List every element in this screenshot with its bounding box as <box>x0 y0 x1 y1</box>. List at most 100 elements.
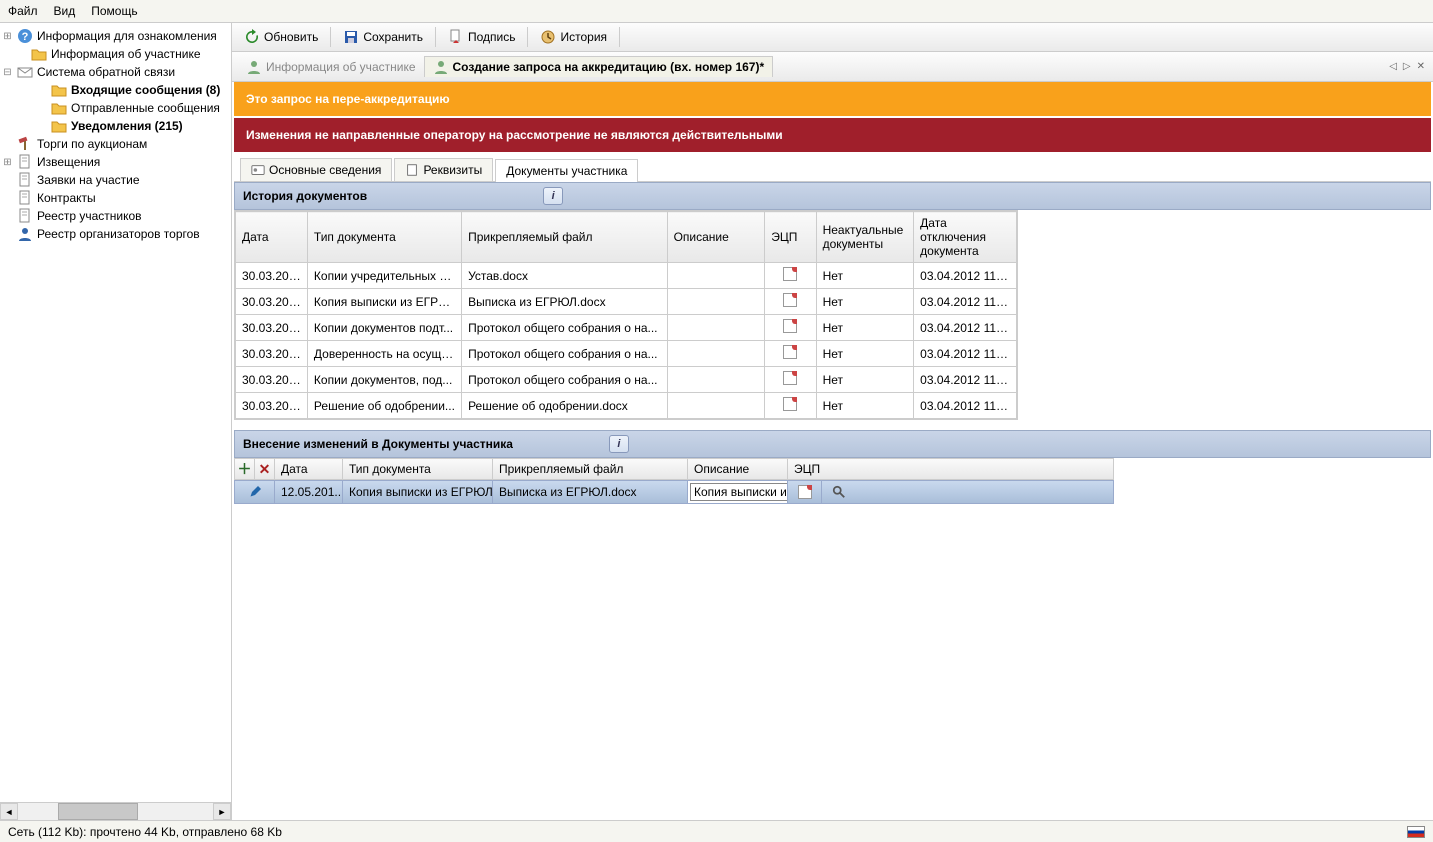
separator <box>435 27 436 47</box>
tree-item[interactable]: ⊟Система обратной связи <box>2 63 229 81</box>
col2-desc[interactable]: Описание <box>688 459 788 479</box>
table-row[interactable]: 30.03.201...Копии документов, под...Прот… <box>236 367 1017 393</box>
cell-type: Копии документов подт... <box>307 315 461 341</box>
col2-date[interactable]: Дата <box>275 459 343 479</box>
doc-icon <box>17 154 33 170</box>
changes-view-cell[interactable] <box>822 481 856 503</box>
cell-type: Копии учредительных д... <box>307 263 461 289</box>
cell-type: Доверенность на осуще... <box>307 341 461 367</box>
tree-item[interactable]: Контракты <box>2 189 229 207</box>
tree-item[interactable]: Заявки на участие <box>2 171 229 189</box>
col-irrelevant[interactable]: Неактуальные документы <box>816 212 914 263</box>
delete-row-button[interactable]: ✕ <box>255 459 275 479</box>
sign-icon <box>448 29 464 45</box>
tree-item-label: Информация об участнике <box>51 47 201 61</box>
subtab-documents[interactable]: Документы участника <box>495 159 638 182</box>
sidebar-scrollbar[interactable]: ◄ ► <box>0 802 231 820</box>
col-ecp[interactable]: ЭЦП <box>765 212 816 263</box>
cell-desc <box>667 289 765 315</box>
col-type[interactable]: Тип документа <box>307 212 461 263</box>
table-row[interactable]: 30.03.201...Копии документов подт...Прот… <box>236 315 1017 341</box>
tree-item[interactable]: Реестр организаторов торгов <box>2 225 229 243</box>
sign-button[interactable]: Подпись <box>442 27 522 47</box>
attachment-icon <box>783 345 797 359</box>
tab-next-icon[interactable]: ▷ <box>1401 61 1413 72</box>
attachment-icon <box>798 485 812 499</box>
cell-file: Выписка из ЕГРЮЛ.docx <box>462 289 668 315</box>
tab-accreditation-request[interactable]: Создание запроса на аккредитацию (вх. но… <box>424 56 774 77</box>
cell-date: 30.03.201... <box>236 341 308 367</box>
history-table: Дата Тип документа Прикрепляемый файл Оп… <box>235 211 1017 419</box>
col-desc[interactable]: Описание <box>667 212 765 263</box>
tree-item-label: Реестр участников <box>37 209 142 223</box>
changes-ecp-cell[interactable] <box>788 481 822 503</box>
tab-controls: ◁ ▷ ✕ <box>1387 61 1427 72</box>
changes-row[interactable]: 12.05.201... Копия выписки из ЕГРЮЛ Выпи… <box>234 480 1114 504</box>
col-date[interactable]: Дата <box>236 212 308 263</box>
cell-ecp[interactable] <box>765 367 816 393</box>
tree-item[interactable]: ⊞?Информация для ознакомления <box>2 27 229 45</box>
info-icon[interactable]: i <box>543 187 563 205</box>
expand-icon[interactable]: ⊟ <box>2 67 13 78</box>
cell-type: Копия выписки из ЕГРЮЛ <box>307 289 461 315</box>
cell-file: Протокол общего собрания о на... <box>462 315 668 341</box>
main-area: ⊞?Информация для ознакомления Информация … <box>0 23 1433 820</box>
tree-item-label: Извещения <box>37 155 100 169</box>
col-file[interactable]: Прикрепляемый файл <box>462 212 668 263</box>
history-table-wrap: Дата Тип документа Прикрепляемый файл Оп… <box>234 210 1018 420</box>
tree-item[interactable]: Отправленные сообщения <box>2 99 229 117</box>
scroll-right-icon[interactable]: ► <box>213 803 231 820</box>
card-icon <box>251 163 265 177</box>
info-icon[interactable]: i <box>609 435 629 453</box>
cell-ecp[interactable] <box>765 393 816 419</box>
refresh-button[interactable]: Обновить <box>238 27 324 47</box>
menu-help[interactable]: Помощь <box>91 4 137 18</box>
tree-item-label: Заявки на участие <box>37 173 140 187</box>
separator <box>527 27 528 47</box>
subtab-requisites[interactable]: Реквизиты <box>394 158 493 181</box>
tab-close-icon[interactable]: ✕ <box>1415 61 1427 72</box>
expand-icon[interactable]: ⊞ <box>2 31 13 42</box>
cell-ecp[interactable] <box>765 341 816 367</box>
expand-icon[interactable]: ⊞ <box>2 157 13 168</box>
table-row[interactable]: 30.03.201...Копии учредительных д...Уста… <box>236 263 1017 289</box>
menu-file[interactable]: Файл <box>8 4 38 18</box>
magnifier-icon <box>832 485 846 499</box>
col2-ecp[interactable]: ЭЦП <box>788 459 848 479</box>
scroll-left-icon[interactable]: ◄ <box>0 803 18 820</box>
tree-item-label: Уведомления (215) <box>71 119 183 133</box>
tab-participant-info[interactable]: Информация об участнике <box>238 57 424 77</box>
cell-file: Протокол общего собрания о на... <box>462 367 668 393</box>
content-scroll[interactable]: Это запрос на пере-аккредитацию Изменени… <box>232 82 1433 820</box>
tree-item[interactable]: Информация об участнике <box>2 45 229 63</box>
table-row[interactable]: 30.03.201...Копия выписки из ЕГРЮЛВыписк… <box>236 289 1017 315</box>
tree-item[interactable]: Торги по аукционам <box>2 135 229 153</box>
table-row[interactable]: 30.03.201...Решение об одобрении...Решен… <box>236 393 1017 419</box>
tree: ⊞?Информация для ознакомления Информация … <box>0 23 231 802</box>
cell-ecp[interactable] <box>765 315 816 341</box>
table-row[interactable]: 30.03.201...Доверенность на осуще...Прот… <box>236 341 1017 367</box>
subtab-requisites-label: Реквизиты <box>423 163 482 177</box>
changes-desc-input[interactable] <box>690 483 788 501</box>
tab-prev-icon[interactable]: ◁ <box>1387 61 1399 72</box>
history-button[interactable]: История <box>534 27 613 47</box>
doc-icon <box>17 190 33 206</box>
tree-item[interactable]: ⊞ Извещения <box>2 153 229 171</box>
tree-item-label: Входящие сообщения (8) <box>71 83 220 97</box>
menu-view[interactable]: Вид <box>54 4 76 18</box>
col-disconnect-date[interactable]: Дата отключения документа <box>914 212 1017 263</box>
scroll-thumb[interactable] <box>58 803 138 820</box>
col2-type[interactable]: Тип документа <box>343 459 493 479</box>
tab-info-label: Информация об участнике <box>266 60 416 74</box>
tree-item[interactable]: Входящие сообщения (8) <box>2 81 229 99</box>
edit-row-icon[interactable] <box>235 481 275 503</box>
save-button[interactable]: Сохранить <box>337 27 429 47</box>
cell-ecp[interactable] <box>765 289 816 315</box>
subtab-basic[interactable]: Основные сведения <box>240 158 392 181</box>
cell-ecp[interactable] <box>765 263 816 289</box>
changes-file: Выписка из ЕГРЮЛ.docx <box>493 481 688 503</box>
tree-item[interactable]: Уведомления (215) <box>2 117 229 135</box>
tree-item[interactable]: Реестр участников <box>2 207 229 225</box>
add-row-button[interactable]: ＋ <box>235 459 255 479</box>
col2-file[interactable]: Прикрепляемый файл <box>493 459 688 479</box>
